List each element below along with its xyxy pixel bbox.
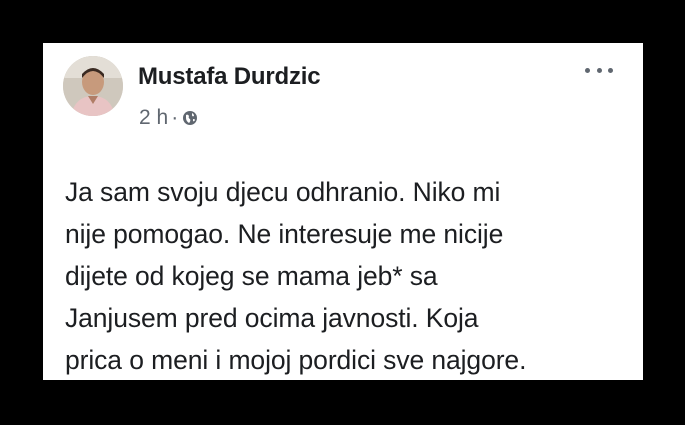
avatar-photo [63, 56, 123, 116]
post-text: Ja sam svoju djecu odhranio. Niko mi nij… [65, 177, 527, 375]
meta-separator: · [171, 106, 179, 129]
post-meta: 2 h · [139, 106, 198, 130]
more-dot [585, 67, 590, 73]
globe-icon[interactable] [182, 110, 198, 126]
more-dot [596, 67, 602, 73]
post-author-name[interactable]: Mustafa Durdzic [138, 63, 321, 91]
post-timestamp[interactable]: 2 h [139, 106, 168, 130]
more-options-icon[interactable] [585, 63, 613, 77]
avatar[interactable] [63, 56, 123, 116]
more-dot [608, 67, 613, 73]
post-card: Mustafa Durdzic 2 h · Ja sam svoju djecu… [43, 43, 643, 380]
